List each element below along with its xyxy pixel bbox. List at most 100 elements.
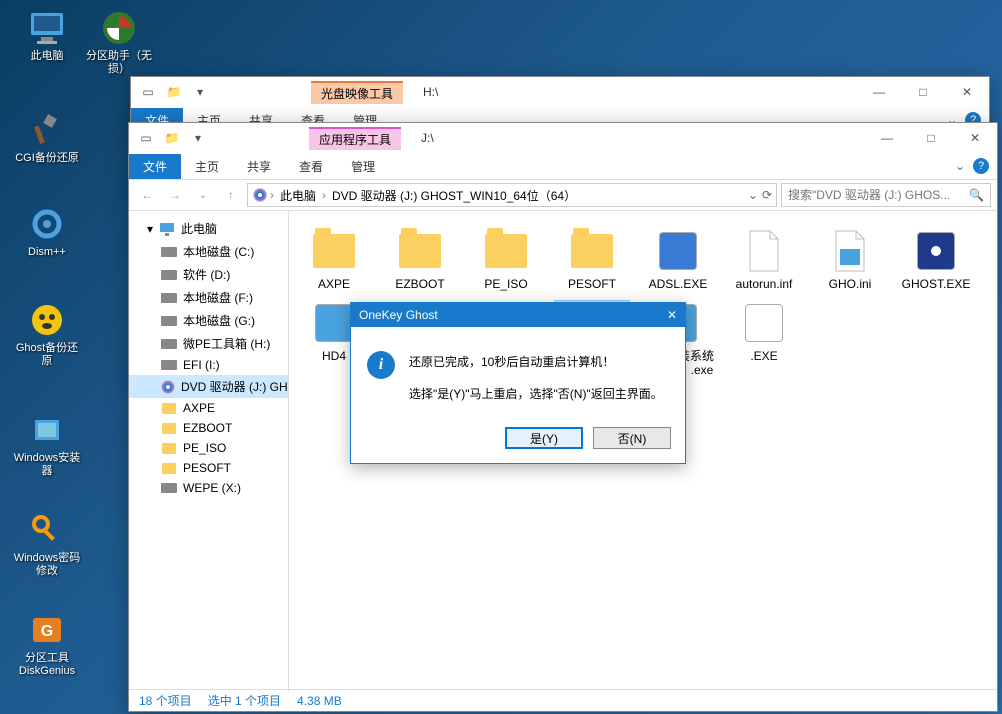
drive-icon (161, 483, 177, 493)
search-box[interactable]: 🔍 (781, 183, 991, 207)
folder-icon (162, 463, 176, 474)
tree-item-label: 本地磁盘 (C:) (183, 243, 254, 260)
contextual-tab-disc-image[interactable]: 光盘映像工具 (311, 81, 403, 104)
drive-icon (161, 316, 177, 326)
nav-up-button[interactable]: ↑ (219, 183, 243, 207)
desktop-icon-diskgenius[interactable]: G 分区工具DiskGenius (12, 610, 82, 678)
tree-item[interactable]: WEPE (X:) (129, 478, 288, 498)
app-icon: ▭ (137, 81, 159, 103)
status-item-count: 18 个项目 (139, 692, 192, 709)
breadcrumb-dropdown-icon[interactable]: ⌄ (748, 188, 758, 202)
folder-icon (485, 234, 527, 268)
titlebar-front[interactable]: ▭ 📁 ▾ 应用程序工具 J:\ — □ ✕ (129, 123, 997, 153)
tree-item-label: 本地磁盘 (G:) (183, 312, 255, 329)
contextual-tab-app-tools[interactable]: 应用程序工具 (309, 127, 401, 150)
desktop-icon-win-installer[interactable]: Windows安装器 (12, 410, 82, 478)
dvd-icon (161, 380, 175, 394)
file-item[interactable]: .EXE (727, 301, 801, 377)
file-item[interactable]: GHO.ini (813, 229, 887, 291)
tree-item[interactable]: 本地磁盘 (G:) (129, 309, 288, 332)
qa-props-icon[interactable]: ▾ (187, 127, 209, 149)
tree-this-pc[interactable]: ▾ 此电脑 (129, 217, 288, 240)
file-item[interactable]: PESOFT (555, 229, 629, 291)
dialog-no-button[interactable]: 否(N) (593, 427, 671, 449)
tree-item[interactable]: AXPE (129, 398, 288, 418)
ribbon-home[interactable]: 主页 (181, 154, 233, 179)
installer-icon (27, 410, 67, 450)
diskgenius-icon: G (27, 610, 67, 650)
file-label: GHOST.EXE (902, 277, 971, 291)
search-icon[interactable]: 🔍 (969, 188, 984, 202)
tree-item[interactable]: PE_ISO (129, 438, 288, 458)
maximize-button[interactable]: □ (909, 123, 953, 153)
search-input[interactable] (788, 188, 969, 202)
svg-text:G: G (41, 623, 53, 640)
desktop-icon-this-pc[interactable]: 此电脑 (12, 8, 82, 63)
minimize-button[interactable]: — (857, 77, 901, 107)
ribbon-share[interactable]: 共享 (233, 154, 285, 179)
desktop-icon-ghost-backup[interactable]: Ghost备份还原 (12, 300, 82, 368)
desktop-icon-partition-assist[interactable]: 分区助手（无损） (84, 8, 154, 76)
drive-icon (161, 360, 177, 370)
ribbon-file[interactable]: 文件 (129, 154, 181, 179)
close-button[interactable]: ✕ (953, 123, 997, 153)
refresh-icon[interactable]: ⟳ (762, 188, 772, 202)
titlebar-back[interactable]: ▭ 📁 ▾ 光盘映像工具 H:\ — □ ✕ (131, 77, 989, 107)
tree-item[interactable]: 微PE工具箱 (H:) (129, 332, 288, 355)
tree-item[interactable]: PESOFT (129, 458, 288, 478)
breadcrumb-root[interactable]: 此电脑 (276, 187, 320, 204)
onekey-ghost-dialog: OneKey Ghost ✕ i 还原已完成，10秒后自动重启计算机！ 选择"是… (350, 302, 686, 464)
hammer-icon (27, 110, 67, 150)
file-item[interactable]: autorun.inf (727, 229, 801, 291)
tree-item-label: 本地磁盘 (F:) (183, 289, 253, 306)
drive-icon (161, 339, 177, 349)
nav-back-button[interactable]: ← (135, 183, 159, 207)
folder-icon (162, 423, 176, 434)
folder-icon (313, 234, 355, 268)
nav-history-button[interactable]: ⌄ (191, 183, 215, 207)
desktop-icon-win-password[interactable]: Windows密码修改 (12, 510, 82, 578)
pc-icon (27, 8, 67, 48)
nav-forward-button[interactable]: → (163, 183, 187, 207)
tree-item[interactable]: DVD 驱动器 (J:) GH (129, 375, 288, 398)
tree-item-label: WEPE (X:) (183, 481, 241, 495)
desktop-icon-dism[interactable]: Dism++ (12, 204, 82, 259)
dialog-yes-button[interactable]: 是(Y) (505, 427, 583, 449)
tree-item[interactable]: 本地磁盘 (F:) (129, 286, 288, 309)
help-icon[interactable]: ? (973, 158, 989, 174)
file-item[interactable]: AXPE (297, 229, 371, 291)
tree-item[interactable]: EFI (I:) (129, 355, 288, 375)
file-label: EZBOOT (395, 277, 444, 291)
file-item[interactable]: EZBOOT (383, 229, 457, 291)
ribbon-view[interactable]: 查看 (285, 154, 337, 179)
desktop-icon-cgi-backup[interactable]: CGI备份还原 (12, 110, 82, 165)
file-item[interactable]: ADSL.EXE (641, 229, 715, 291)
dialog-close-icon[interactable]: ✕ (667, 308, 677, 322)
ribbon-expand-icon[interactable]: ⌄ (955, 159, 965, 173)
qa-folder-icon[interactable]: 📁 (163, 81, 185, 103)
exe-icon (315, 304, 353, 342)
tree-item[interactable]: EZBOOT (129, 418, 288, 438)
tree-item-label: 软件 (D:) (183, 266, 230, 283)
minimize-button[interactable]: — (865, 123, 909, 153)
dvd-icon (253, 188, 267, 202)
dialog-message-line2: 选择"是(Y)"马上重启，选择"否(N)"返回主界面。 (409, 383, 663, 405)
breadcrumb-drive[interactable]: DVD 驱动器 (J:) GHOST_WIN10_64位（64） (328, 187, 580, 204)
file-item[interactable]: PE_ISO (469, 229, 543, 291)
file-label: HD4 (322, 349, 346, 363)
breadcrumb[interactable]: › 此电脑 › DVD 驱动器 (J:) GHOST_WIN10_64位（64）… (247, 183, 777, 207)
qa-folder-icon[interactable]: 📁 (161, 127, 183, 149)
navigation-pane[interactable]: ▾ 此电脑 本地磁盘 (C:) 软件 (D:) 本地磁盘 (F:) 本地磁盘 (G:)… (129, 211, 289, 691)
tree-item[interactable]: 本地磁盘 (C:) (129, 240, 288, 263)
dialog-titlebar[interactable]: OneKey Ghost ✕ (351, 303, 685, 327)
tree-item-label: 微PE工具箱 (H:) (183, 335, 270, 352)
folder-icon (571, 234, 613, 268)
file-item[interactable]: GHOST.EXE (899, 229, 973, 291)
close-button[interactable]: ✕ (945, 77, 989, 107)
tree-item[interactable]: 软件 (D:) (129, 263, 288, 286)
maximize-button[interactable]: □ (901, 77, 945, 107)
ribbon-manage[interactable]: 管理 (337, 154, 389, 179)
qa-props-icon[interactable]: ▾ (189, 81, 211, 103)
exe-icon (659, 232, 697, 270)
file-label: PE_ISO (484, 277, 527, 291)
